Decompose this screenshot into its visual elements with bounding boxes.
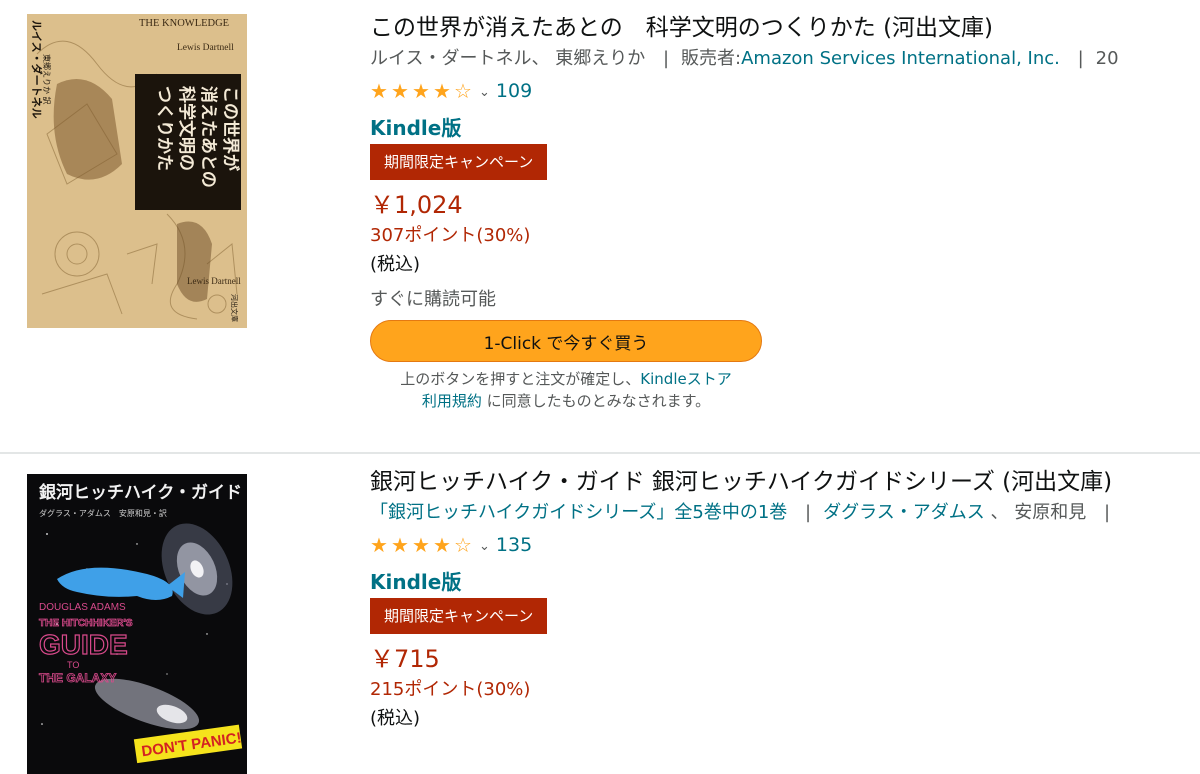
star-full-icon: ★ <box>370 79 388 103</box>
cover-publisher-jp: 河出文庫 <box>230 294 239 322</box>
product-title-link[interactable]: この世界が消えたあとの 科学文明のつくりかた (河出文庫) <box>370 12 1200 44</box>
byline-separator: | <box>1103 502 1111 523</box>
result-info-1: この世界が消えたあとの 科学文明のつくりかた (河出文庫) ルイス・ダートネル、… <box>370 12 1200 412</box>
chevron-down-icon[interactable]: ⌄ <box>479 539 490 554</box>
seller-prefix: 販売者: <box>681 48 742 69</box>
cover-authors-jp: ダグラス・アダムス 安原和見・訳 <box>39 508 167 518</box>
rating-count-link[interactable]: 135 <box>496 534 532 556</box>
price: ￥1,024 <box>370 191 463 219</box>
book-cover-image-2[interactable]: 銀河ヒッチハイク・ガイド ダグラス・アダムス 安原和見・訳 DOUGLAS AD… <box>27 474 247 774</box>
format-link[interactable]: Kindle版 <box>370 568 1200 596</box>
author-separator: 、 <box>531 48 550 69</box>
author-name: ルイス・ダートネル <box>370 48 532 69</box>
byline-separator: | <box>1077 48 1084 69</box>
format-link[interactable]: Kindle版 <box>370 114 1200 142</box>
byline-separator: | <box>662 48 670 69</box>
chevron-down-icon[interactable]: ⌄ <box>479 85 490 100</box>
seller-link[interactable]: Amazon Services International, Inc. <box>741 48 1060 69</box>
search-result-1: THE KNOWLEDGE Lewis Dartnell Lewis Dartn… <box>0 0 1200 452</box>
tax-note: (税込) <box>370 254 421 275</box>
legal-text: に同意したものとみなされます。 <box>481 392 711 410</box>
campaign-badge: 期間限定キャンペーン <box>370 144 548 180</box>
star-full-icon: ★ <box>412 79 430 103</box>
rating-row: ★ ★ ★ ★ ☆ ⌄ 109 <box>370 78 1200 104</box>
star-full-icon: ★ <box>433 533 451 557</box>
product-title-link[interactable]: 銀河ヒッチハイク・ガイド 銀河ヒッチハイクガイドシリーズ (河出文庫) <box>370 466 1200 498</box>
cover-author-en-bottom: Lewis Dartnell <box>187 276 241 286</box>
byline-date-fragment: 20 <box>1095 48 1119 69</box>
rating-count-link[interactable]: 109 <box>496 80 532 102</box>
cover-author-en: DOUGLAS ADAMS <box>39 602 126 613</box>
cover-title-jp-3: 科学文明の <box>176 86 197 171</box>
rating-row: ★ ★ ★ ★ ☆ ⌄ 135 <box>370 532 1200 558</box>
author-separator: 、 <box>984 502 1009 523</box>
campaign-badge: 期間限定キャンペーン <box>370 598 548 634</box>
terms-of-use-link[interactable]: 利用規約 <box>422 392 482 410</box>
cover-title-jp-2: 消えたあとの <box>198 86 219 188</box>
author-name: 東郷えりか <box>555 48 646 69</box>
star-full-icon: ★ <box>370 533 388 557</box>
cover-title-en: THE KNOWLEDGE <box>139 18 229 29</box>
author-link[interactable]: ダグラス・アダムス <box>823 502 985 523</box>
cover-title-jp-4: つくりかた <box>154 86 174 171</box>
book-cover-image-1[interactable]: THE KNOWLEDGE Lewis Dartnell Lewis Dartn… <box>27 14 247 328</box>
series-link[interactable]: 「銀河ヒッチハイクガイドシリーズ」全5巻中の1巻 <box>370 502 787 523</box>
cover-author-en: Lewis Dartnell <box>177 43 234 53</box>
legal-text: 上のボタンを押すと注文が確定し、 <box>400 370 641 388</box>
availability-text: すぐに購読可能 <box>370 289 496 310</box>
search-result-2: 銀河ヒッチハイク・ガイド ダグラス・アダムス 安原和見・訳 DOUGLAS AD… <box>0 454 1200 774</box>
points: 307ポイント(30%) <box>370 225 531 246</box>
result-info-2: 銀河ヒッチハイク・ガイド 銀河ヒッチハイクガイドシリーズ (河出文庫) 「銀河ヒ… <box>370 466 1200 732</box>
cover-translator-jp: 東郷えりか 訳 <box>42 54 52 105</box>
star-full-icon: ★ <box>433 79 451 103</box>
product-byline: 「銀河ヒッチハイクガイドシリーズ」全5巻中の1巻 | ダグラス・アダムス 、 安原… <box>370 498 1200 528</box>
star-rating[interactable]: ★ ★ ★ ★ ☆ <box>370 79 475 103</box>
cover-author-jp: ルイス・ダートネル <box>30 20 44 119</box>
star-full-icon: ★ <box>391 79 409 103</box>
star-empty-icon: ☆ <box>454 79 472 103</box>
cover-title-en-3: TO <box>67 660 79 670</box>
star-full-icon: ★ <box>391 533 409 557</box>
author-name: 安原和見 <box>1014 502 1087 523</box>
star-empty-icon: ☆ <box>454 533 472 557</box>
points: 215ポイント(30%) <box>370 679 531 700</box>
cover-title-en-2: GUIDE <box>39 629 128 660</box>
cover-title-jp-1: この世界が <box>220 86 241 171</box>
byline-separator: | <box>805 502 812 523</box>
price: ￥715 <box>370 645 440 673</box>
tax-note: (税込) <box>370 708 421 729</box>
kindle-store-link[interactable]: Kindleストア <box>640 370 731 388</box>
product-byline: ルイス・ダートネル、 東郷えりか | 販売者:Amazon Services In… <box>370 44 1200 74</box>
cover-title-en-4: THE GALAXY <box>39 671 116 685</box>
star-full-icon: ★ <box>412 533 430 557</box>
cover-title-jp: 銀河ヒッチハイク・ガイド <box>39 482 242 503</box>
one-click-buy-button[interactable]: 1-Click で今すぐ買う <box>370 320 762 362</box>
cover-title-en-1: THE HITCHHIKER'S <box>39 618 133 629</box>
legal-notice: 上のボタンを押すと注文が確定し、Kindleストア 利用規約 に同意したものとみ… <box>370 368 762 412</box>
star-rating[interactable]: ★ ★ ★ ★ ☆ <box>370 533 475 557</box>
